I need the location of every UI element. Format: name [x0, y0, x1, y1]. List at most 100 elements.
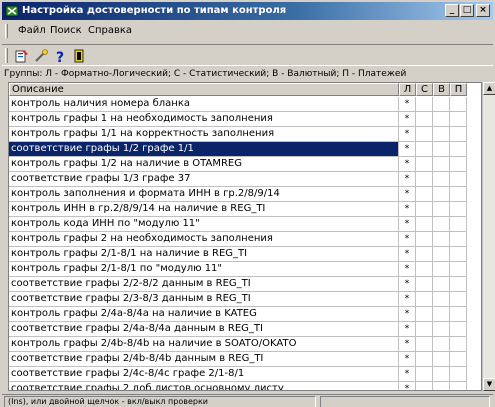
- flag-p-cell[interactable]: [450, 262, 467, 277]
- flag-s-cell[interactable]: [416, 202, 433, 217]
- flag-l-cell[interactable]: *: [399, 97, 416, 112]
- table-row[interactable]: соответствие графы 2/2-8/2 данным в REG_…: [9, 277, 481, 292]
- row-description[interactable]: соответствие графы 2/2-8/2 данным в REG_…: [9, 277, 399, 292]
- row-description[interactable]: контроль ИНН в гр.2/8/9/14 на наличие в …: [9, 202, 399, 217]
- table-row[interactable]: соответствие графы 2/4b-8/4b данным в RE…: [9, 352, 481, 367]
- vertical-scrollbar[interactable]: ▲ ▼: [482, 82, 495, 391]
- row-description[interactable]: контроль графы 2/1-8/1 по "модулю 11": [9, 262, 399, 277]
- table-row[interactable]: контроль графы 2/4а-8/4а на наличие в KA…: [9, 307, 481, 322]
- row-description[interactable]: контроль графы 2/4b-8/4b на наличие в SO…: [9, 337, 399, 352]
- flag-l-cell[interactable]: *: [399, 307, 416, 322]
- flag-v-cell[interactable]: [433, 187, 450, 202]
- flag-v-cell[interactable]: [433, 367, 450, 382]
- flag-l-cell[interactable]: *: [399, 127, 416, 142]
- flag-p-cell[interactable]: [450, 172, 467, 187]
- row-description[interactable]: контроль графы 2 на необходимость заполн…: [9, 232, 399, 247]
- column-header-p[interactable]: П: [450, 83, 467, 96]
- flag-v-cell[interactable]: [433, 97, 450, 112]
- row-description[interactable]: контроль кода ИНН по "модулю 11": [9, 217, 399, 232]
- flag-p-cell[interactable]: [450, 337, 467, 352]
- flag-s-cell[interactable]: [416, 262, 433, 277]
- flag-s-cell[interactable]: [416, 97, 433, 112]
- flag-s-cell[interactable]: [416, 172, 433, 187]
- table-row[interactable]: соответствие графы 2 доб.листов основном…: [9, 382, 481, 390]
- flag-p-cell[interactable]: [450, 127, 467, 142]
- menu-help[interactable]: Справка: [88, 25, 132, 36]
- row-description[interactable]: контроль графы 1/2 на наличие в OTAMREG: [9, 157, 399, 172]
- help-icon[interactable]: ?: [52, 48, 68, 64]
- flag-l-cell[interactable]: *: [399, 247, 416, 262]
- table-row[interactable]: контроль графы 1/2 на наличие в OTAMREG *: [9, 157, 481, 172]
- flag-l-cell[interactable]: *: [399, 382, 416, 390]
- flag-v-cell[interactable]: [433, 127, 450, 142]
- flag-l-cell[interactable]: *: [399, 202, 416, 217]
- flag-s-cell[interactable]: [416, 337, 433, 352]
- flag-v-cell[interactable]: [433, 322, 450, 337]
- minimize-button[interactable]: _: [445, 4, 459, 17]
- row-description[interactable]: соответствие графы 1/3 графе 37: [9, 172, 399, 187]
- flag-s-cell[interactable]: [416, 142, 433, 157]
- flag-v-cell[interactable]: [433, 112, 450, 127]
- menu-search[interactable]: Поиск: [50, 25, 82, 36]
- flag-p-cell[interactable]: [450, 97, 467, 112]
- flag-l-cell[interactable]: *: [399, 232, 416, 247]
- flag-p-cell[interactable]: [450, 157, 467, 172]
- flag-v-cell[interactable]: [433, 232, 450, 247]
- search-icon[interactable]: [33, 48, 49, 64]
- close-button[interactable]: ×: [476, 4, 490, 17]
- flag-p-cell[interactable]: [450, 367, 467, 382]
- flag-p-cell[interactable]: [450, 202, 467, 217]
- flag-v-cell[interactable]: [433, 277, 450, 292]
- flag-l-cell[interactable]: *: [399, 322, 416, 337]
- flag-v-cell[interactable]: [433, 262, 450, 277]
- row-description[interactable]: соответствие графы 2/3-8/3 данным в REG_…: [9, 292, 399, 307]
- column-header-description[interactable]: Описание: [9, 83, 399, 96]
- flag-v-cell[interactable]: [433, 157, 450, 172]
- flag-p-cell[interactable]: [450, 277, 467, 292]
- flag-v-cell[interactable]: [433, 217, 450, 232]
- flag-s-cell[interactable]: [416, 187, 433, 202]
- table-row[interactable]: контроль графы 2/4b-8/4b на наличие в SO…: [9, 337, 481, 352]
- flag-l-cell[interactable]: *: [399, 217, 416, 232]
- flag-p-cell[interactable]: [450, 217, 467, 232]
- column-header-v[interactable]: В: [433, 83, 450, 96]
- row-description[interactable]: соответствие графы 2/4с-8/4с графе 2/1-8…: [9, 367, 399, 382]
- table-row[interactable]: соответствие графы 2/3-8/3 данным в REG_…: [9, 292, 481, 307]
- flag-s-cell[interactable]: [416, 352, 433, 367]
- flag-v-cell[interactable]: [433, 307, 450, 322]
- flag-v-cell[interactable]: [433, 352, 450, 367]
- row-description[interactable]: соответствие графы 2 доб.листов основном…: [9, 382, 399, 390]
- flag-p-cell[interactable]: [450, 112, 467, 127]
- flag-v-cell[interactable]: [433, 382, 450, 390]
- table-row[interactable]: контроль графы 2 на необходимость заполн…: [9, 232, 481, 247]
- row-description[interactable]: контроль графы 1 на необходимость заполн…: [9, 112, 399, 127]
- table-row[interactable]: соответствие графы 2/4с-8/4с графе 2/1-8…: [9, 367, 481, 382]
- row-description[interactable]: контроль заполнения и формата ИНН в гр.2…: [9, 187, 399, 202]
- flag-p-cell[interactable]: [450, 247, 467, 262]
- flag-s-cell[interactable]: [416, 367, 433, 382]
- scroll-up-icon[interactable]: ▲: [483, 82, 495, 95]
- flag-v-cell[interactable]: [433, 337, 450, 352]
- flag-l-cell[interactable]: *: [399, 367, 416, 382]
- row-description[interactable]: соответствие графы 1/2 графе 1/1: [9, 142, 399, 157]
- table-row[interactable]: контроль графы 1/1 на корректность запол…: [9, 127, 481, 142]
- flag-v-cell[interactable]: [433, 202, 450, 217]
- flag-l-cell[interactable]: *: [399, 187, 416, 202]
- flag-p-cell[interactable]: [450, 232, 467, 247]
- flag-s-cell[interactable]: [416, 157, 433, 172]
- flag-l-cell[interactable]: *: [399, 172, 416, 187]
- run-icon[interactable]: [14, 48, 30, 64]
- flag-s-cell[interactable]: [416, 322, 433, 337]
- table-row[interactable]: контроль кода ИНН по "модулю 11" *: [9, 217, 481, 232]
- row-description[interactable]: соответствие графы 2/4а-8/4а данным в RE…: [9, 322, 399, 337]
- restore-button[interactable]: □: [460, 4, 474, 17]
- table-row[interactable]: соответствие графы 2/4а-8/4а данным в RE…: [9, 322, 481, 337]
- flag-v-cell[interactable]: [433, 247, 450, 262]
- flag-p-cell[interactable]: [450, 142, 467, 157]
- row-description[interactable]: контроль графы 1/1 на корректность запол…: [9, 127, 399, 142]
- flag-s-cell[interactable]: [416, 112, 433, 127]
- flag-l-cell[interactable]: *: [399, 277, 416, 292]
- flag-s-cell[interactable]: [416, 127, 433, 142]
- column-header-l[interactable]: Л: [399, 83, 416, 96]
- flag-s-cell[interactable]: [416, 247, 433, 262]
